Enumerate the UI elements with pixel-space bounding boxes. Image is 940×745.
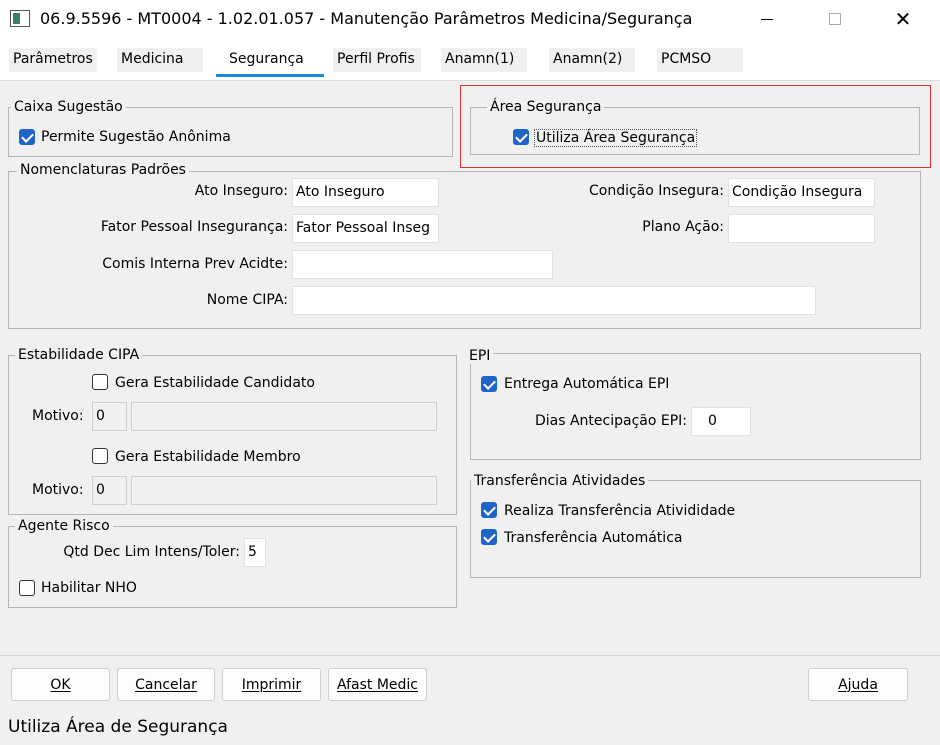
tab-anamn-1[interactable]: Anamn(1): [441, 48, 527, 72]
comis-interna-input[interactable]: [292, 250, 553, 279]
entrega-automatica-label: Entrega Automática EPI: [504, 376, 670, 392]
tab-label: Anamn(2): [553, 51, 623, 67]
comis-interna-label: Comis Interna Prev Acidte:: [102, 256, 288, 272]
ok-button[interactable]: OK: [11, 668, 110, 701]
habilitar-nho-label: Habilitar NHO: [41, 580, 137, 596]
button-bar-separator: [0, 655, 940, 656]
afast-medic-button[interactable]: Afast Medic: [328, 668, 427, 701]
condicao-insegura-label: Condição Insegura:: [588, 183, 724, 199]
imprimir-button-label: Imprimir: [241, 676, 302, 693]
motivo2-desc-input[interactable]: [131, 476, 437, 505]
dias-antecipacao-label: Dias Antecipação EPI:: [534, 413, 687, 429]
gera-candidato-label: Gera Estabilidade Candidato: [115, 375, 315, 391]
motivo1-desc-input[interactable]: [131, 402, 437, 431]
highlight-box: [460, 85, 931, 168]
ato-inseguro-input[interactable]: Ato Inseguro: [292, 178, 439, 207]
group-title: Estabilidade CIPA: [15, 347, 143, 363]
qtd-dec-input[interactable]: 5: [244, 538, 266, 567]
cancelar-button-label: Cancelar: [135, 676, 197, 693]
ajuda-button[interactable]: Ajuda: [808, 668, 908, 701]
imprimir-button[interactable]: Imprimir: [222, 668, 321, 701]
dias-antecipacao-input[interactable]: 0: [691, 407, 751, 436]
minimize-icon: [761, 18, 773, 20]
motivo1-code-input[interactable]: 0: [92, 402, 127, 431]
tab-perfil-profis[interactable]: Perfil Profis: [333, 48, 421, 72]
fator-pessoal-input[interactable]: Fator Pessoal Inseg: [292, 214, 439, 243]
gera-membro-label: Gera Estabilidade Membro: [115, 449, 301, 465]
window-title: 06.9.5596 - MT0004 - 1.02.01.057 - Manut…: [40, 9, 693, 28]
tab-label: Segurança: [229, 51, 304, 67]
status-text: Utiliza Área de Segurança: [8, 717, 228, 737]
tab-label: Medicina: [121, 51, 184, 67]
close-icon: ✕: [894, 7, 912, 31]
cancelar-button[interactable]: Cancelar: [117, 668, 215, 701]
motivo2-label: Motivo:: [32, 482, 84, 498]
tab-anamn-2[interactable]: Anamn(2): [549, 48, 635, 72]
tab-label: Anamn(1): [445, 51, 515, 67]
group-title: Nomenclaturas Padrões: [17, 162, 189, 178]
active-tab-indicator: [216, 74, 324, 77]
tab-pcmso[interactable]: PCMSO: [657, 48, 743, 72]
group-title: EPI: [466, 348, 494, 364]
maximize-icon: [829, 13, 841, 25]
tab-label: Parâmetros: [13, 51, 93, 67]
fator-pessoal-label: Fator Pessoal Insegurança:: [100, 219, 288, 235]
ato-inseguro-label: Ato Inseguro:: [194, 183, 288, 199]
group-title: Caixa Sugestão: [11, 99, 126, 115]
group-title: Agente Risco: [15, 518, 113, 534]
maximize-button[interactable]: [812, 0, 858, 38]
close-button[interactable]: ✕: [880, 0, 926, 38]
afast-medic-button-label: Afast Medic: [337, 676, 418, 693]
condicao-insegura-input[interactable]: Condição Insegura: [728, 178, 875, 207]
permite-anonima-checkbox[interactable]: [19, 129, 35, 145]
minimize-button[interactable]: [744, 0, 790, 38]
gera-candidato-checkbox[interactable]: [92, 374, 108, 390]
transferencia-automatica-checkbox[interactable]: [481, 529, 497, 545]
motivo1-label: Motivo:: [32, 408, 84, 424]
tab-label: PCMSO: [661, 51, 712, 67]
tab-panel-border: [0, 80, 940, 81]
nome-cipa-input[interactable]: [292, 286, 816, 315]
tab-seguranca[interactable]: Segurança: [225, 48, 311, 72]
motivo2-code-input[interactable]: 0: [92, 476, 127, 505]
group-transferencia: [470, 480, 921, 578]
group-title: Transferência Atividades: [471, 473, 649, 489]
realiza-transferencia-checkbox[interactable]: [481, 502, 497, 518]
entrega-automatica-checkbox[interactable]: [481, 376, 497, 392]
plano-acao-label: Plano Ação:: [642, 219, 724, 235]
habilitar-nho-checkbox[interactable]: [19, 580, 35, 596]
tab-medicina[interactable]: Medicina: [117, 48, 203, 72]
tab-label: Perfil Profis: [337, 51, 415, 67]
transferencia-automatica-label: Transferência Automática: [504, 530, 683, 546]
ajuda-button-label: Ajuda: [838, 676, 878, 693]
qtd-dec-label: Qtd Dec Lim Intens/Toler:: [63, 544, 240, 560]
realiza-transferencia-label: Realiza Transferência Ativididade: [504, 503, 736, 519]
gera-membro-checkbox[interactable]: [92, 448, 108, 464]
app-icon: [10, 10, 30, 27]
plano-acao-input[interactable]: [728, 214, 875, 243]
nome-cipa-label: Nome CIPA:: [206, 292, 288, 308]
tab-parametros[interactable]: Parâmetros: [9, 48, 97, 72]
permite-anonima-label: Permite Sugestão Anônima: [41, 129, 231, 145]
ok-button-label: OK: [50, 676, 71, 693]
